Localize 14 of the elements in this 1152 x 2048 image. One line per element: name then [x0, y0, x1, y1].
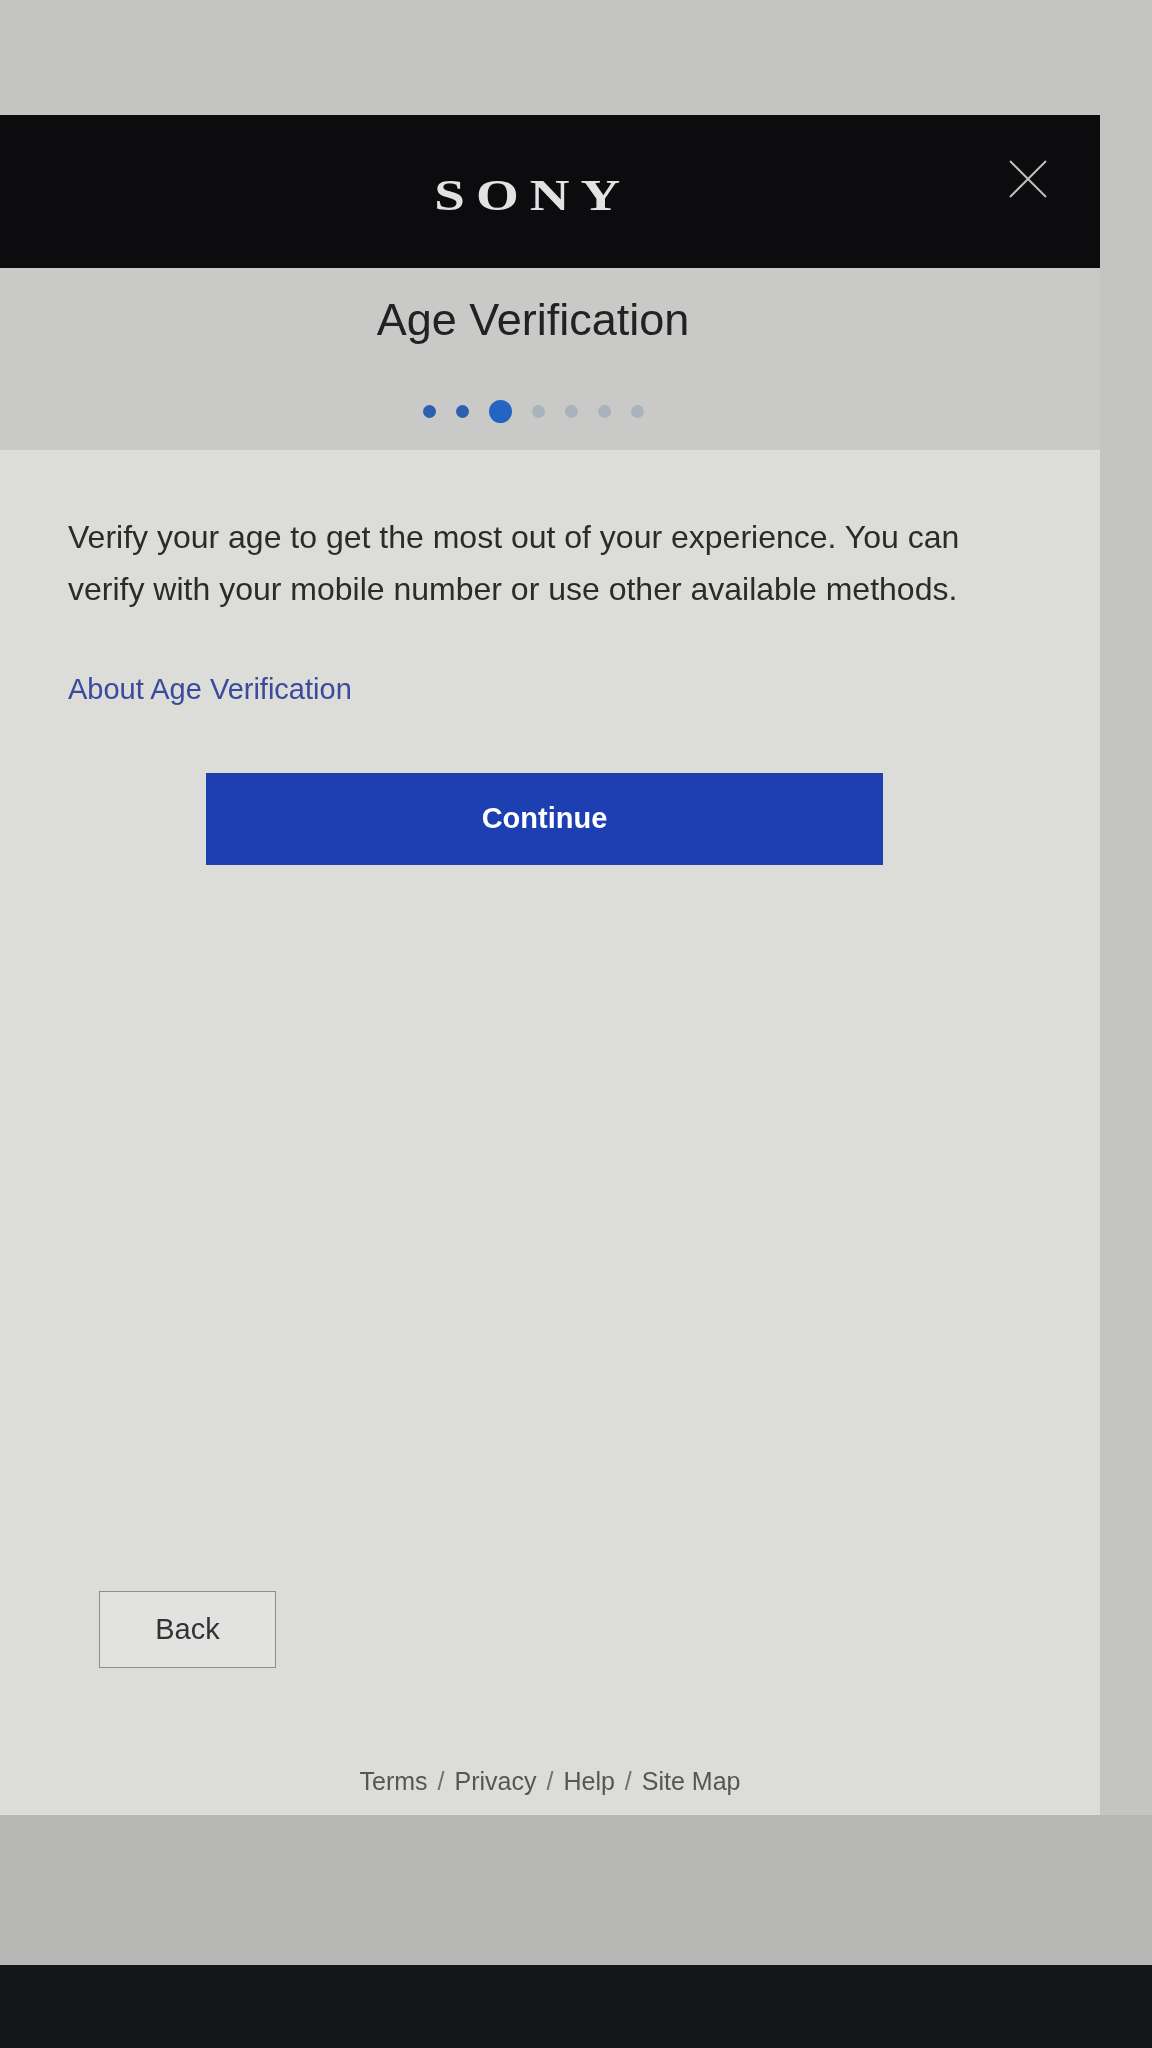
- about-link[interactable]: About Age Verification: [68, 672, 352, 707]
- footer-link[interactable]: Privacy: [454, 1766, 537, 1796]
- separator-text: /: [546, 1766, 554, 1796]
- separator-text: /: [437, 1766, 445, 1796]
- footer-link[interactable]: Terms: [359, 1766, 428, 1796]
- separator-text: /: [624, 1766, 632, 1796]
- page-title: Age Verification: [376, 294, 690, 346]
- description-text: Verify your age to get the most out of your experience. You can verify with your mobile number or use other available methods.: [68, 518, 961, 609]
- continue-button[interactable]: Continue: [206, 773, 883, 865]
- brand-logo: SONY: [434, 173, 632, 218]
- footer-link[interactable]: Help: [563, 1766, 615, 1796]
- back-button[interactable]: Back: [99, 1591, 276, 1668]
- close-icon: [1008, 159, 1048, 199]
- footer-link[interactable]: Site Map: [641, 1766, 741, 1796]
